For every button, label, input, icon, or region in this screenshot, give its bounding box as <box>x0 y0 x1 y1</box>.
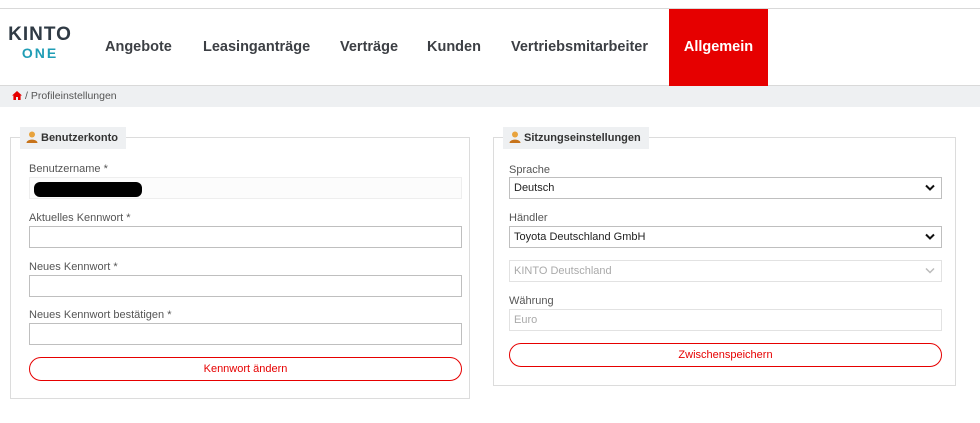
dealer-label: Händler <box>509 212 548 224</box>
username-label: Benutzername * <box>29 163 108 175</box>
nav-item-allgemein[interactable]: Allgemein <box>669 9 768 86</box>
account-panel-title: Benutzerkonto <box>20 127 126 149</box>
currency-field: Euro <box>509 309 942 331</box>
breadcrumb: / Profileinstellungen <box>0 86 980 107</box>
username-field[interactable] <box>29 177 462 199</box>
session-title-text: Sitzungseinstellungen <box>524 132 641 144</box>
change-password-button[interactable]: Kennwort ändern <box>29 357 462 381</box>
new-password-input[interactable] <box>29 275 462 297</box>
user-icon <box>26 131 38 143</box>
language-label: Sprache <box>509 164 550 176</box>
organization-select-value: KINTO Deutschland <box>514 265 612 277</box>
logo-line-1: KINTO <box>8 24 72 45</box>
logo-line-2: ONE <box>21 45 59 61</box>
session-panel-title: Sitzungseinstellungen <box>503 127 649 149</box>
nav-item-vertriebsmitarbeiter[interactable]: Vertriebsmitarbeiter <box>511 9 648 86</box>
user-icon <box>509 131 521 143</box>
confirm-password-input[interactable] <box>29 323 462 345</box>
language-select[interactable]: Deutsch <box>509 177 942 199</box>
chevron-down-icon <box>925 184 935 191</box>
nav-item-kunden[interactable]: Kunden <box>427 9 481 86</box>
chevron-down-icon <box>925 233 935 240</box>
save-session-button[interactable]: Zwischenspeichern <box>509 343 942 367</box>
breadcrumb-current: Profileinstellungen <box>30 90 117 102</box>
current-password-label: Aktuelles Kennwort * <box>29 212 131 224</box>
new-password-label: Neues Kennwort * <box>29 261 118 273</box>
current-password-input[interactable] <box>29 226 462 248</box>
dealer-select-value: Toyota Deutschland GmbH <box>514 231 646 243</box>
nav-item-angebote[interactable]: Angebote <box>105 9 172 86</box>
language-select-value: Deutsch <box>514 182 555 194</box>
kinto-one-logo[interactable]: KINTO ONE <box>0 24 80 62</box>
redacted-username <box>34 182 142 197</box>
home-icon[interactable] <box>12 91 22 100</box>
nav-item-vertraege[interactable]: Verträge <box>340 9 398 86</box>
account-title-text: Benutzerkonto <box>41 132 118 144</box>
chevron-down-icon <box>925 267 935 274</box>
confirm-password-label: Neues Kennwort bestätigen * <box>29 309 172 321</box>
currency-label: Währung <box>509 295 554 307</box>
dealer-select[interactable]: Toyota Deutschland GmbH <box>509 226 942 248</box>
organization-select: KINTO Deutschland <box>509 260 942 282</box>
nav-item-leasingantraege[interactable]: Leasinganträge <box>203 9 310 86</box>
breadcrumb-separator: / <box>25 90 28 102</box>
